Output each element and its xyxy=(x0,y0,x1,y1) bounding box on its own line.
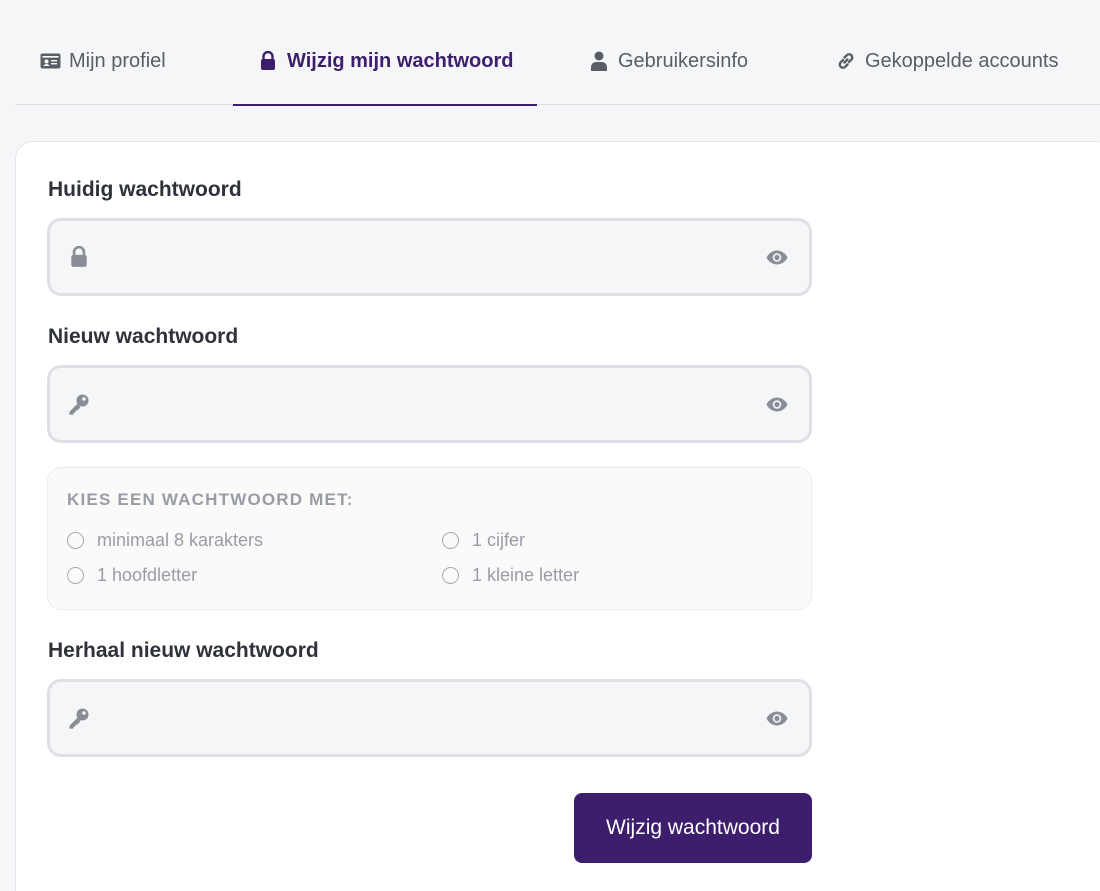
new-password-input[interactable] xyxy=(110,368,749,440)
unchecked-circle-icon xyxy=(442,532,459,549)
unchecked-circle-icon xyxy=(442,567,459,584)
eye-icon[interactable] xyxy=(765,245,789,269)
current-password-label: Huidig wachtwoord xyxy=(48,178,242,201)
repeat-password-field[interactable] xyxy=(47,679,812,757)
password-requirements: KIES EEN WACHTWOORD MET: minimaal 8 kara… xyxy=(47,467,812,610)
key-icon xyxy=(68,393,90,415)
requirement-label: minimaal 8 karakters xyxy=(97,530,264,550)
new-password-field[interactable] xyxy=(47,365,812,443)
eye-icon[interactable] xyxy=(765,392,789,416)
lock-icon xyxy=(68,246,90,268)
eye-icon[interactable] xyxy=(765,706,789,730)
requirement-min-length: minimaal 8 karakters xyxy=(67,530,263,551)
user-icon xyxy=(588,50,610,72)
password-form-card: Huidig wachtwoord Nieuw wachtwoord KIES … xyxy=(15,141,1100,891)
requirement-label: 1 cijfer xyxy=(472,530,526,550)
repeat-password-input[interactable] xyxy=(110,682,749,754)
tab-label: Mijn profiel xyxy=(69,50,166,72)
tab-user-info[interactable]: Gebruikersinfo xyxy=(588,50,748,105)
id-card-icon xyxy=(39,50,61,72)
link-icon xyxy=(835,50,857,72)
unchecked-circle-icon xyxy=(67,567,84,584)
requirement-uppercase: 1 hoofdletter xyxy=(67,565,197,586)
requirement-label: 1 kleine letter xyxy=(472,565,580,585)
current-password-input[interactable] xyxy=(110,221,749,293)
requirement-lowercase: 1 kleine letter xyxy=(442,565,579,586)
new-password-label: Nieuw wachtwoord xyxy=(48,325,239,348)
requirements-title: KIES EEN WACHTWOORD MET: xyxy=(67,490,354,509)
unchecked-circle-icon xyxy=(67,532,84,549)
change-password-button[interactable]: Wijzig wachtwoord xyxy=(574,793,812,863)
tab-change-password[interactable]: Wijzig mijn wachtwoord xyxy=(232,50,539,106)
lock-icon xyxy=(257,50,279,72)
tab-bar: Mijn profiel Wijzig mijn wachtwoord Gebr… xyxy=(15,0,1100,106)
requirement-digit: 1 cijfer xyxy=(442,530,525,551)
tab-label: Gekoppelde accounts xyxy=(865,50,1059,72)
tab-label: Gebruikersinfo xyxy=(618,50,749,72)
repeat-password-label: Herhaal nieuw wachtwoord xyxy=(48,639,319,662)
key-icon xyxy=(68,707,90,729)
tab-linked-accounts[interactable]: Gekoppelde accounts xyxy=(835,50,1058,105)
tab-label: Wijzig mijn wachtwoord xyxy=(287,50,514,72)
current-password-field[interactable] xyxy=(47,218,812,296)
tab-my-profile[interactable]: Mijn profiel xyxy=(39,50,166,105)
requirement-label: 1 hoofdletter xyxy=(97,565,198,585)
